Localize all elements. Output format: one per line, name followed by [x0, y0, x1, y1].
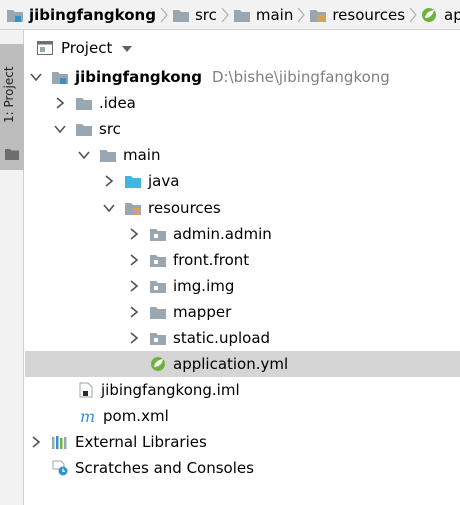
- scratches-icon: [51, 460, 69, 476]
- module-folder-icon: [51, 69, 69, 85]
- chevron-right-icon: [160, 0, 168, 29]
- chevron-right-icon[interactable]: [53, 96, 67, 110]
- tree-node-label: jibingfangkong.iml: [101, 381, 240, 400]
- tree-node-main[interactable]: main: [25, 142, 460, 168]
- tree-node-label: jibingfangkong: [75, 68, 202, 87]
- tree-node-external-libraries[interactable]: External Libraries: [25, 429, 460, 455]
- chevron-down-icon[interactable]: [102, 201, 116, 215]
- tree-node-project-root[interactable]: jibingfangkong D:\bishe\jibingfangkong: [25, 64, 460, 90]
- breadcrumb-item-resources[interactable]: resources: [309, 0, 409, 29]
- tree-node-pom-xml[interactable]: m pom.xml: [25, 403, 460, 429]
- library-icon: [51, 434, 69, 450]
- project-view-icon: [37, 41, 53, 55]
- tree-node-front-front[interactable]: front.front: [25, 247, 460, 273]
- tool-window-strip: 1: Project: [0, 30, 24, 505]
- breadcrumb-item-main[interactable]: main: [233, 0, 297, 29]
- tree-node-label: src: [99, 120, 121, 139]
- tree-node-label: resources: [148, 198, 221, 217]
- tree-node-label: static.upload: [173, 328, 271, 347]
- folder-icon: [149, 304, 167, 320]
- folder-icon: [233, 9, 250, 22]
- breadcrumb-label: main: [255, 5, 294, 24]
- tree-node-label: main: [123, 146, 161, 165]
- package-folder-icon: [149, 330, 167, 346]
- package-folder-icon: [149, 278, 167, 294]
- tree-node-admin-admin[interactable]: admin.admin: [25, 221, 460, 247]
- chevron-right-icon[interactable]: [127, 279, 141, 293]
- tree-node-label: Scratches and Consoles: [75, 459, 254, 478]
- spring-leaf-icon: [149, 356, 167, 372]
- folder-icon: [99, 147, 117, 163]
- tree-node-idea[interactable]: .idea: [25, 90, 460, 116]
- folder-icon: [172, 9, 189, 22]
- chevron-right-icon[interactable]: [127, 331, 141, 345]
- svg-text:m: m: [80, 408, 95, 424]
- breadcrumb-label: resources: [332, 5, 406, 24]
- folder-icon: [75, 95, 93, 111]
- chevron-down-icon[interactable]: [122, 42, 133, 55]
- tree-node-label: java: [148, 172, 180, 191]
- iml-file-icon: [77, 382, 95, 398]
- tree-node-resources[interactable]: resources: [25, 194, 460, 220]
- breadcrumb-item-src[interactable]: src: [172, 0, 221, 29]
- tree-node-scratches[interactable]: Scratches and Consoles: [25, 455, 460, 481]
- resources-folder-icon: [124, 200, 142, 216]
- breadcrumb-label: application.yml: [444, 5, 460, 24]
- tree-node-label: front.front: [173, 250, 250, 269]
- folder-icon: [5, 149, 19, 160]
- tree-node-label: mapper: [173, 302, 232, 321]
- tree-node-application-yml[interactable]: application.yml: [25, 351, 460, 378]
- project-tree: jibingfangkong D:\bishe\jibingfangkong .…: [25, 64, 460, 482]
- project-tool-window-tab[interactable]: 1: Project: [0, 44, 24, 170]
- tree-node-img-img[interactable]: img.img: [25, 273, 460, 299]
- panel-title[interactable]: Project: [61, 39, 112, 57]
- chevron-right-icon: [221, 0, 229, 29]
- chevron-down-icon[interactable]: [29, 70, 43, 84]
- chevron-down-icon[interactable]: [53, 122, 67, 136]
- tree-node-mapper[interactable]: mapper: [25, 299, 460, 325]
- resources-folder-icon: [310, 9, 327, 22]
- chevron-right-icon[interactable]: [29, 435, 43, 449]
- package-folder-icon: [149, 252, 167, 268]
- chevron-right-icon[interactable]: [127, 227, 141, 241]
- project-panel-header: Project: [25, 31, 460, 65]
- breadcrumb-item-project[interactable]: jibingfangkong: [6, 0, 160, 29]
- folder-icon: [75, 121, 93, 137]
- chevron-right-icon[interactable]: [127, 305, 141, 319]
- chevron-right-icon: [297, 0, 306, 29]
- tree-node-label: pom.xml: [103, 407, 169, 426]
- breadcrumb-label: src: [194, 5, 217, 24]
- source-folder-icon: [124, 173, 142, 189]
- breadcrumb-label: jibingfangkong: [29, 5, 156, 24]
- tree-node-label: img.img: [173, 276, 235, 295]
- maven-icon: m: [79, 408, 97, 424]
- breadcrumb-item-application-yml[interactable]: application.yml: [421, 0, 460, 29]
- tree-node-path-hint: D:\bishe\jibingfangkong: [211, 68, 390, 87]
- tool-window-label: 1: Project: [2, 66, 16, 124]
- chevron-right-icon[interactable]: [102, 174, 116, 188]
- chevron-right-icon: [409, 0, 417, 29]
- tree-node-java[interactable]: java: [25, 168, 460, 194]
- tree-node-label: application.yml: [173, 355, 289, 374]
- tree-node-src[interactable]: src: [25, 116, 460, 142]
- tree-node-label: External Libraries: [75, 433, 207, 452]
- breadcrumb: jibingfangkong src main resources a: [0, 0, 460, 30]
- package-folder-icon: [149, 226, 167, 242]
- module-folder-icon: [7, 9, 23, 22]
- chevron-right-icon[interactable]: [127, 253, 141, 267]
- tree-node-label: admin.admin: [173, 224, 272, 243]
- chevron-down-icon[interactable]: [77, 148, 91, 162]
- tree-node-static-upload[interactable]: static.upload: [25, 325, 460, 351]
- tree-node-iml-file[interactable]: jibingfangkong.iml: [25, 377, 460, 403]
- spring-leaf-icon: [422, 7, 437, 22]
- tree-node-label: .idea: [99, 94, 136, 113]
